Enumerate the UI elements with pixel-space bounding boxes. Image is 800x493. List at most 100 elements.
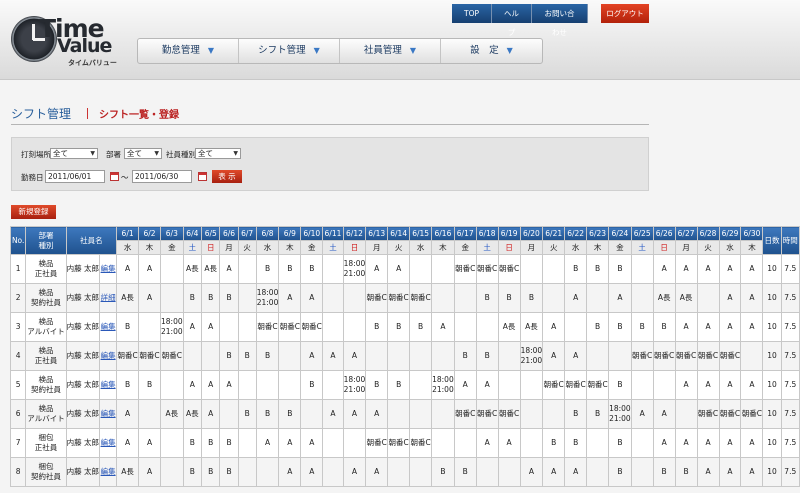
shift-cell[interactable]: B (182, 457, 203, 487)
shift-cell[interactable]: A (497, 428, 521, 458)
shift-cell[interactable]: B (182, 283, 203, 313)
edit-link[interactable]: 編集 (99, 457, 118, 487)
shift-cell[interactable]: 朝番C (365, 428, 389, 458)
shift-cell[interactable]: 朝番C (387, 283, 411, 313)
shift-cell[interactable]: B (630, 312, 654, 342)
shift-cell[interactable]: 朝番C (278, 312, 302, 342)
shift-cell[interactable]: A (278, 283, 302, 313)
shift-cell[interactable]: A (342, 457, 367, 487)
shift-cell[interactable]: B (116, 370, 140, 400)
shift-cell[interactable] (519, 428, 544, 458)
shift-cell[interactable]: A長 (160, 399, 184, 429)
shift-cell[interactable]: B (564, 254, 588, 284)
shift-cell[interactable] (160, 254, 184, 284)
shift-cell[interactable]: A長 (652, 283, 676, 313)
shift-cell[interactable]: B (219, 341, 239, 371)
shift-cell[interactable] (431, 399, 455, 429)
shift-cell[interactable] (138, 312, 162, 342)
shift-cell[interactable]: B (564, 399, 588, 429)
shift-cell[interactable]: A長 (674, 283, 698, 313)
shift-cell[interactable]: A (342, 341, 367, 371)
shift-cell[interactable]: A (255, 428, 280, 458)
show-button[interactable]: 表 示 (212, 170, 242, 183)
shift-cell[interactable]: 朝番C (696, 399, 720, 429)
shift-cell[interactable] (475, 312, 499, 342)
shift-cell[interactable] (237, 428, 257, 458)
shift-cell[interactable]: A (564, 457, 588, 487)
shift-cell[interactable]: B (586, 399, 610, 429)
shift-cell[interactable]: B (365, 312, 389, 342)
shift-cell[interactable] (586, 428, 610, 458)
shift-cell[interactable]: A (542, 457, 566, 487)
shift-cell[interactable]: A (300, 457, 324, 487)
shift-cell[interactable]: A (300, 428, 324, 458)
shift-cell[interactable]: A (718, 312, 742, 342)
shift-cell[interactable]: A (542, 312, 566, 342)
shift-cell[interactable]: A (322, 341, 344, 371)
shift-cell[interactable]: B (608, 254, 632, 284)
shift-cell[interactable]: 朝番C (652, 341, 676, 371)
shift-cell[interactable]: 朝番C (138, 341, 162, 371)
shift-cell[interactable] (542, 399, 566, 429)
shift-cell[interactable]: B (608, 312, 632, 342)
shift-cell[interactable]: B (431, 457, 455, 487)
shift-cell[interactable] (497, 457, 521, 487)
shift-cell[interactable]: A (219, 254, 239, 284)
contact-link[interactable]: お問い合わせ (532, 4, 588, 37)
shift-cell[interactable]: 朝番C (387, 428, 411, 458)
shift-cell[interactable]: A長 (182, 254, 203, 284)
shift-cell[interactable]: A (696, 370, 720, 400)
shift-cell[interactable]: 18:00 21:00 (342, 254, 367, 284)
shift-cell[interactable]: A (182, 370, 203, 400)
shift-cell[interactable]: A (201, 399, 221, 429)
edit-link[interactable]: 編集 (99, 428, 118, 458)
shift-cell[interactable]: 朝番C (160, 341, 184, 371)
shift-cell[interactable]: B (453, 341, 477, 371)
shift-cell[interactable]: B (519, 283, 544, 313)
shift-cell[interactable]: A (718, 254, 742, 284)
shift-cell[interactable] (409, 457, 433, 487)
shift-cell[interactable]: 朝番C (718, 399, 742, 429)
shift-cell[interactable]: A (696, 312, 720, 342)
location-select[interactable]: 全て ▼ (50, 148, 98, 159)
shift-cell[interactable]: A (652, 428, 676, 458)
shift-cell[interactable]: 朝番C (116, 341, 140, 371)
shift-cell[interactable]: A (387, 254, 411, 284)
shift-cell[interactable]: 朝番C (542, 370, 566, 400)
shift-cell[interactable]: B (387, 312, 411, 342)
shift-cell[interactable]: A (564, 283, 588, 313)
nav-employee[interactable]: 社員管理 ▼ (340, 39, 441, 63)
shift-cell[interactable]: 朝番C (300, 312, 324, 342)
shift-cell[interactable] (630, 428, 654, 458)
shift-cell[interactable] (564, 312, 588, 342)
shift-cell[interactable]: 18:00 21:00 (160, 312, 184, 342)
shift-cell[interactable] (453, 312, 477, 342)
shift-cell[interactable] (630, 283, 654, 313)
shift-cell[interactable]: B (652, 312, 676, 342)
shift-cell[interactable]: A (138, 457, 162, 487)
shift-cell[interactable] (542, 254, 566, 284)
shift-cell[interactable]: A (138, 428, 162, 458)
shift-cell[interactable]: A (740, 283, 764, 313)
shift-cell[interactable] (160, 457, 184, 487)
shift-cell[interactable] (278, 341, 302, 371)
calendar-icon[interactable] (110, 172, 119, 181)
shift-cell[interactable] (453, 283, 477, 313)
shift-cell[interactable] (278, 370, 302, 400)
shift-cell[interactable]: A (116, 254, 140, 284)
dept-select[interactable]: 全て ▼ (124, 148, 162, 159)
shift-cell[interactable]: A (674, 312, 698, 342)
shift-cell[interactable]: 朝番C (255, 312, 280, 342)
shift-cell[interactable]: A (696, 457, 720, 487)
shift-cell[interactable] (322, 457, 344, 487)
shift-cell[interactable]: A (300, 341, 324, 371)
shift-cell[interactable]: B (278, 399, 302, 429)
shift-cell[interactable]: A (740, 312, 764, 342)
shift-cell[interactable]: A (740, 428, 764, 458)
shift-cell[interactable] (342, 312, 367, 342)
shift-cell[interactable] (342, 428, 367, 458)
shift-cell[interactable]: B (255, 399, 280, 429)
shift-cell[interactable]: 朝番C (365, 283, 389, 313)
shift-cell[interactable]: B (586, 254, 610, 284)
shift-cell[interactable] (740, 341, 764, 371)
